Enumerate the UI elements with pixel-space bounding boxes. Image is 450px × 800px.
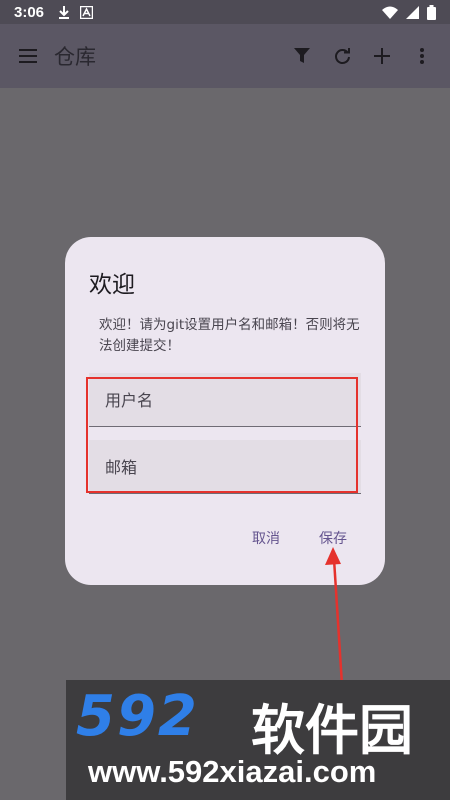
- app-bar: 仓库: [0, 24, 450, 88]
- watermark-brand-number: 592: [76, 684, 199, 749]
- refresh-button[interactable]: [330, 44, 354, 68]
- dialog-message: 欢迎！请为git设置用户名和邮箱！否则将无法创建提交！: [99, 317, 360, 354]
- cancel-button[interactable]: 取消: [252, 528, 280, 548]
- download-icon: [59, 6, 70, 19]
- filter-button[interactable]: [290, 44, 314, 68]
- more-options-button[interactable]: [410, 44, 434, 68]
- watermark-url: www.592xiazai.com: [88, 754, 377, 789]
- wifi-icon: [382, 6, 398, 19]
- battery-icon: [427, 4, 436, 20]
- highlight-box: [86, 377, 358, 493]
- refresh-icon: [334, 47, 350, 64]
- status-right-icons: [382, 4, 436, 20]
- filter-icon: [294, 48, 310, 63]
- menu-icon: [19, 49, 37, 63]
- watermark: 592 软件园 www.592xiazai.com: [66, 680, 450, 800]
- status-left-icons: [58, 5, 94, 19]
- menu-button[interactable]: [16, 44, 40, 68]
- add-button[interactable]: [370, 44, 394, 68]
- page-title: 仓库: [54, 45, 96, 69]
- annotation-arrow: [325, 547, 344, 686]
- app-notification-icon: [80, 5, 94, 19]
- welcome-dialog: 欢迎 欢迎！请为git设置用户名和邮箱！否则将无法创建提交！ 用户名 邮箱 取消…: [65, 237, 385, 585]
- status-time: 3:06: [14, 3, 45, 21]
- app-bar-actions: [290, 44, 434, 68]
- add-icon: [374, 48, 390, 64]
- dialog-title: 欢迎: [89, 272, 135, 298]
- status-bar: 3:06: [0, 0, 450, 24]
- signal-icon: [406, 5, 419, 19]
- more-vert-icon: [420, 48, 424, 64]
